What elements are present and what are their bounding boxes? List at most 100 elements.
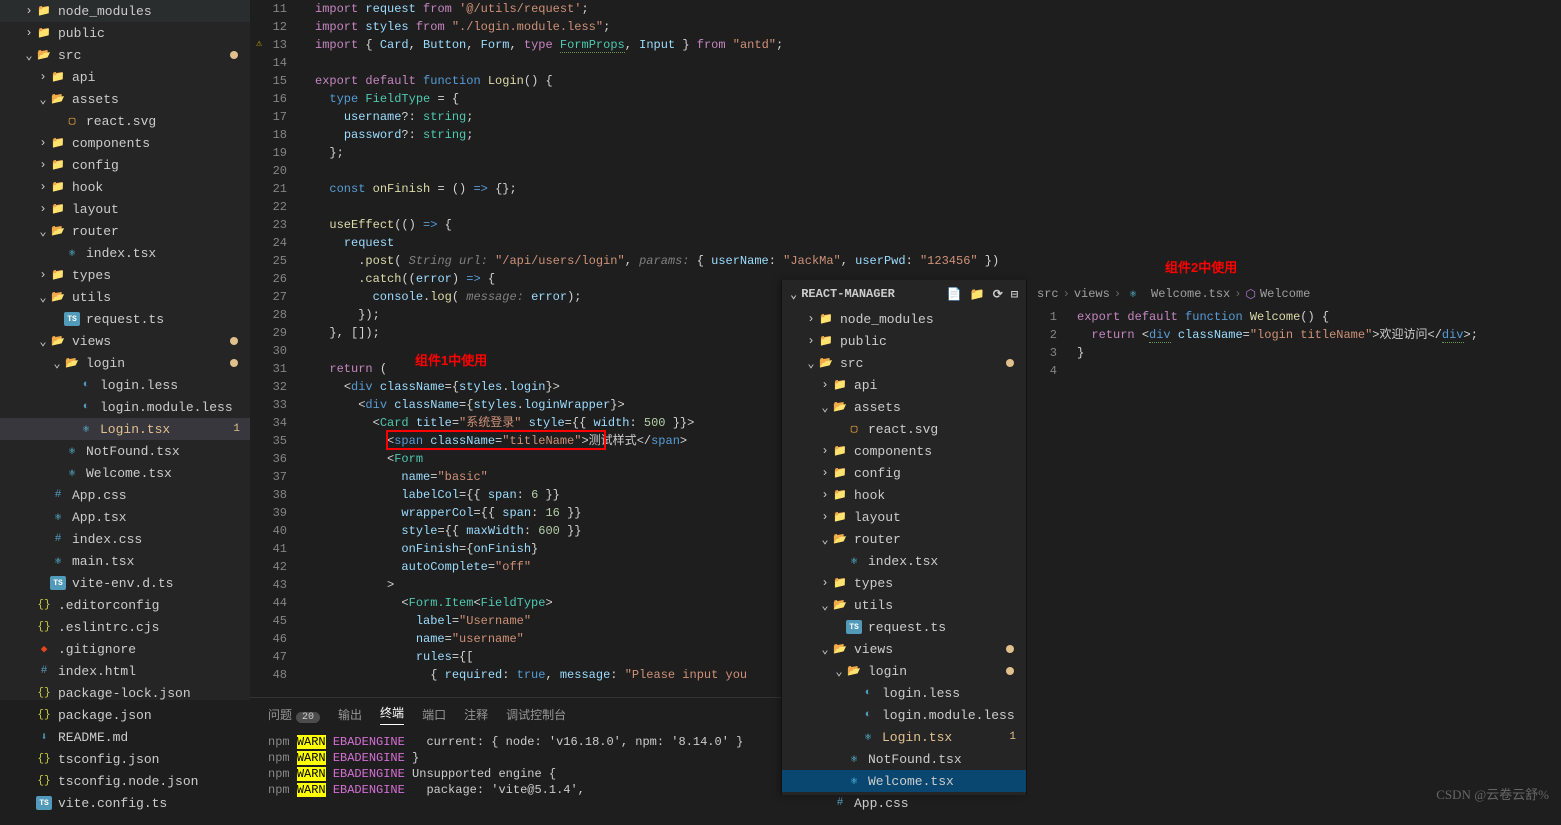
twist-icon[interactable]: ⌄ [804,356,818,371]
tree-item-layout[interactable]: ›📁layout [0,198,250,220]
twist-icon[interactable]: ⌄ [818,642,832,657]
tree-item-main-tsx[interactable]: ⚛main.tsx [0,550,250,572]
breadcrumb[interactable]: src› views› ⚛ Welcome.tsx› ⬡ Welcome [1027,280,1561,308]
breadcrumb-item[interactable]: Welcome.tsx [1151,287,1230,301]
tree-item-request-ts[interactable]: TSrequest.ts [782,616,1026,638]
tree-item-NotFound-tsx[interactable]: ⚛NotFound.tsx [0,440,250,462]
tree-item-components[interactable]: ›📁components [782,440,1026,462]
twist-icon[interactable]: ⌄ [50,356,64,371]
tree-item-layout[interactable]: ›📁layout [782,506,1026,528]
tree-item-router[interactable]: ⌄📂router [0,220,250,242]
tree-item-NotFound-tsx[interactable]: ⚛NotFound.tsx [782,748,1026,770]
code-line[interactable]: }; [315,144,1561,162]
code-line[interactable]: } [1077,344,1561,362]
code-line[interactable]: type FieldType = { [315,90,1561,108]
tree-item-vite-env-d-ts[interactable]: TSvite-env.d.ts [0,572,250,594]
twist-icon[interactable]: ⌄ [818,532,832,547]
chevron-down-icon[interactable]: ⌄ [790,287,797,302]
code-line[interactable]: export default function Welcome() { [1077,308,1561,326]
breadcrumb-item[interactable]: Welcome [1260,287,1310,301]
twist-icon[interactable]: ⌄ [818,598,832,613]
twist-icon[interactable]: › [804,334,818,348]
twist-icon[interactable]: › [818,466,832,480]
twist-icon[interactable]: ⌄ [36,334,50,349]
tree-item-tsconfig-node-json[interactable]: {}tsconfig.node.json [0,770,250,792]
tree-item-package-json[interactable]: {}package.json [0,704,250,726]
code-line[interactable] [315,54,1561,72]
tree-item-utils[interactable]: ⌄📂utils [0,286,250,308]
tree-item-utils[interactable]: ⌄📂utils [782,594,1026,616]
tree-item--gitignore[interactable]: ◆.gitignore [0,638,250,660]
twist-icon[interactable]: › [22,26,36,40]
twist-icon[interactable]: ⌄ [832,664,846,679]
tree-item-config[interactable]: ›📁config [0,154,250,176]
code-line[interactable]: import { Card, Button, Form, type FormPr… [315,36,1561,54]
tree-item-node_modules[interactable]: ›📁node_modules [782,308,1026,330]
twist-icon[interactable]: › [818,510,832,524]
tree-item-types[interactable]: ›📁types [0,264,250,286]
tree-item-App-tsx[interactable]: ⚛App.tsx [0,506,250,528]
twist-icon[interactable]: ⌄ [36,224,50,239]
code-line[interactable]: export default function Login() { [315,72,1561,90]
collapse-icon[interactable]: ⊟ [1011,287,1018,302]
twist-icon[interactable]: › [36,158,50,172]
tree-item--eslintrc-cjs[interactable]: {}.eslintrc.cjs [0,616,250,638]
tab-debug[interactable]: 调试控制台 [506,706,566,723]
twist-icon[interactable]: ⌄ [36,92,50,107]
twist-icon[interactable]: › [22,4,36,18]
tree-item-login[interactable]: ⌄📂login [782,660,1026,682]
tree-item-Login-tsx[interactable]: ⚛Login.tsx1 [0,418,250,440]
tree-item-assets[interactable]: ⌄📂assets [0,88,250,110]
code-line[interactable]: import request from '@/utils/request'; [315,0,1561,18]
code-line[interactable]: request [315,234,1561,252]
tree-item-App-css[interactable]: #App.css [782,792,1026,814]
tree-item-public[interactable]: ›📁public [0,22,250,44]
tree-item--editorconfig[interactable]: {}.editorconfig [0,594,250,616]
tree-item-index-tsx[interactable]: ⚛index.tsx [782,550,1026,572]
tree-item-components[interactable]: ›📁components [0,132,250,154]
tree-item-vite-config-ts[interactable]: TSvite.config.ts [0,792,250,814]
tree-item-login-module-less[interactable]: ◐login.module.less [0,396,250,418]
code-line[interactable] [1077,362,1561,380]
twist-icon[interactable]: › [804,312,818,326]
tree-item-Login-tsx[interactable]: ⚛Login.tsx1 [782,726,1026,748]
tree-item-src[interactable]: ⌄📂src [0,44,250,66]
tree-item-index-css[interactable]: #index.css [0,528,250,550]
tree-item-tsconfig-json[interactable]: {}tsconfig.json [0,748,250,770]
tree-item-login-less[interactable]: ◐login.less [0,374,250,396]
code-editor-2[interactable]: src› views› ⚛ Welcome.tsx› ⬡ Welcome 123… [1026,280,1561,795]
tree-item-config[interactable]: ›📁config [782,462,1026,484]
tree-item-Welcome-tsx[interactable]: ⚛Welcome.tsx [782,770,1026,792]
tab-output[interactable]: 输出 [338,706,362,723]
tree-item-react-svg[interactable]: ▢react.svg [0,110,250,132]
tree-item-request-ts[interactable]: TSrequest.ts [0,308,250,330]
tab-problems[interactable]: 问题20 [268,706,320,723]
twist-icon[interactable]: › [818,488,832,502]
twist-icon[interactable]: ⌄ [818,400,832,415]
tab-comments[interactable]: 注释 [464,706,488,723]
tree-item-index-tsx[interactable]: ⚛index.tsx [0,242,250,264]
code-line[interactable] [315,198,1561,216]
code-line[interactable]: const onFinish = () => {}; [315,180,1561,198]
twist-icon[interactable]: › [818,378,832,392]
tree-item-types[interactable]: ›📁types [782,572,1026,594]
code-area-2[interactable]: export default function Welcome() { retu… [1077,308,1561,380]
tree-item-login-less[interactable]: ◐login.less [782,682,1026,704]
tree-item-App-css[interactable]: #App.css [0,484,250,506]
breadcrumb-item[interactable]: views [1074,287,1110,301]
tree-item-public[interactable]: ›📁public [782,330,1026,352]
code-line[interactable]: password?: string; [315,126,1561,144]
tree-item-package-lock-json[interactable]: {}package-lock.json [0,682,250,704]
tree-item-src[interactable]: ⌄📂src [782,352,1026,374]
twist-icon[interactable]: › [818,576,832,590]
tree-item-router[interactable]: ⌄📂router [782,528,1026,550]
tree-item-api[interactable]: ›📁api [0,66,250,88]
breadcrumb-item[interactable]: src [1037,287,1059,301]
tree-item-Welcome-tsx[interactable]: ⚛Welcome.tsx [0,462,250,484]
twist-icon[interactable]: › [36,202,50,216]
code-line[interactable] [315,162,1561,180]
code-line[interactable]: return <div className="login titleName">… [1077,326,1561,344]
tree-item-views[interactable]: ⌄📂views [0,330,250,352]
twist-icon[interactable]: › [36,268,50,282]
twist-icon[interactable]: › [36,136,50,150]
